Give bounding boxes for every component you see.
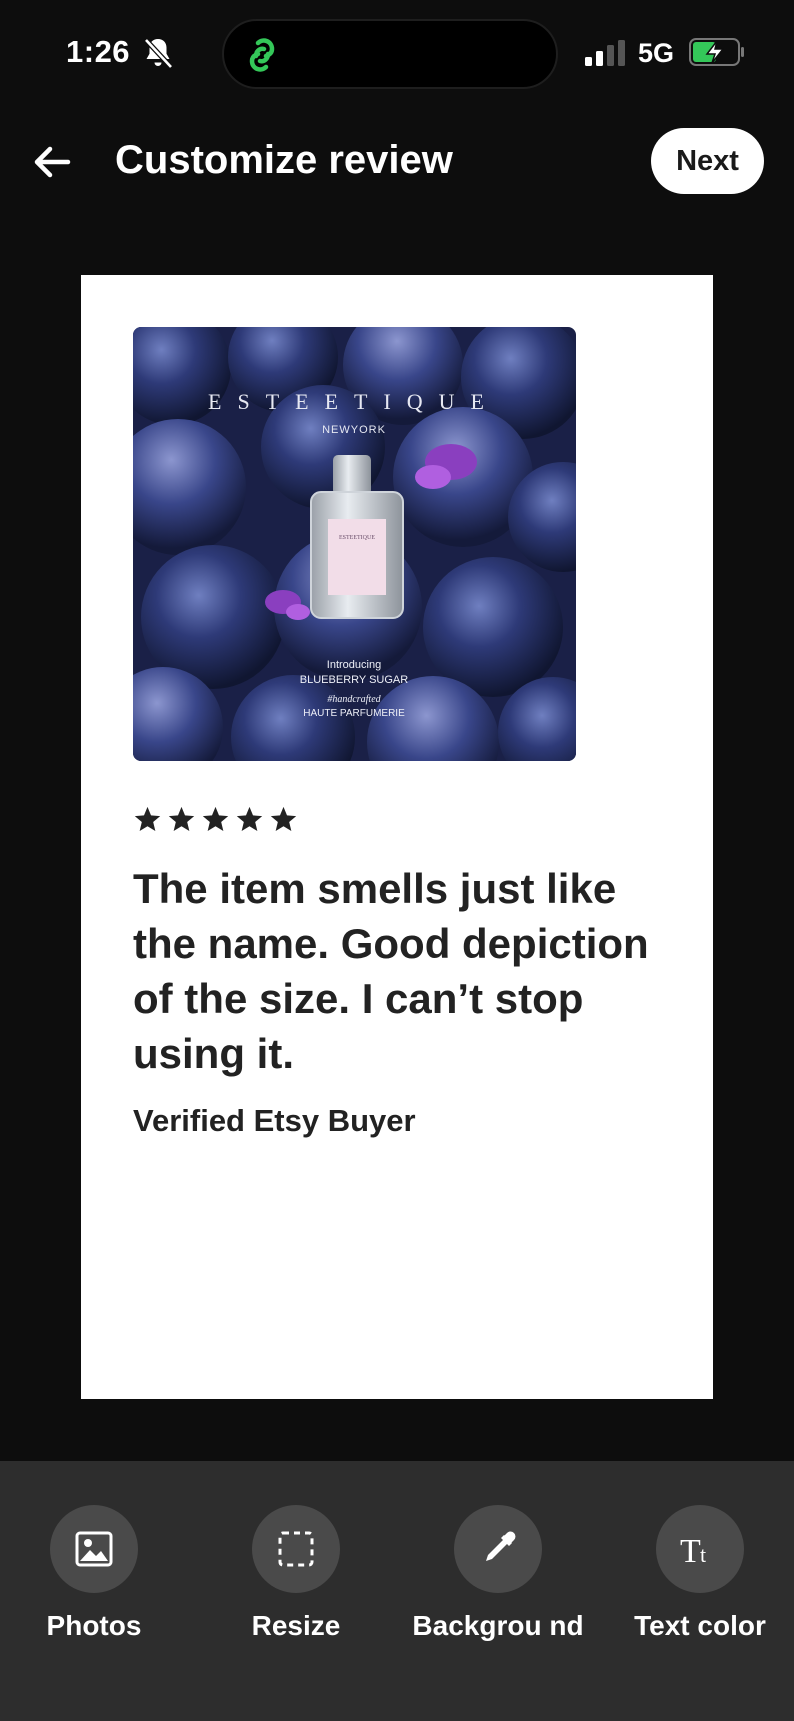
photo-brand: ESTEETIQUE xyxy=(208,389,500,414)
text-size-icon: T t xyxy=(680,1533,706,1569)
arrow-left-icon xyxy=(34,146,71,178)
bottle-label: ESTEETIQUE xyxy=(339,535,375,541)
photo-caption-1: Introducing xyxy=(327,659,381,671)
photos-label: Photos xyxy=(46,1610,142,1641)
background-label: Backgrou nd xyxy=(412,1610,584,1641)
star-icon xyxy=(270,806,297,831)
photo-caption-2: BLUEBERRY SUGAR xyxy=(300,674,408,686)
photo-caption-4: HAUTE PARFUMERIE xyxy=(303,708,405,719)
text-color-button[interactable]: T t Text color xyxy=(610,1505,790,1705)
star-icon xyxy=(168,806,195,831)
review-text: The item smells just like the name. Good… xyxy=(133,865,649,1077)
text-color-label: Text color xyxy=(634,1610,766,1641)
eyedropper-icon xyxy=(486,1531,516,1561)
svg-text:T: T xyxy=(680,1533,701,1569)
bell-slash-icon xyxy=(144,38,173,69)
review-photo: ESTEETIQUE ESTEETIQUE NEWYORK Introducin… xyxy=(133,327,576,761)
image-icon xyxy=(75,1531,113,1567)
network-label: 5G xyxy=(638,38,675,68)
star-icon xyxy=(202,806,229,831)
photos-button[interactable]: Photos xyxy=(4,1505,184,1705)
next-button[interactable]: Next xyxy=(651,128,764,194)
photo-location: NEWYORK xyxy=(322,424,386,436)
review-card: ESTEETIQUE ESTEETIQUE NEWYORK Introducin… xyxy=(81,275,713,1399)
status-bar: 1:26 5G xyxy=(0,0,794,110)
svg-text:t: t xyxy=(700,1542,706,1567)
bottom-toolbar: Photos Resize Backgrou nd T t Text color xyxy=(0,1461,794,1721)
resize-icon xyxy=(278,1531,314,1567)
signal-icon xyxy=(585,40,625,66)
photo-caption-3: #handcrafted xyxy=(327,694,381,705)
star-rating xyxy=(133,805,298,834)
resize-label: Resize xyxy=(251,1610,341,1641)
star-icon xyxy=(236,806,263,831)
status-time: 1:26 xyxy=(66,34,131,69)
dynamic-island[interactable] xyxy=(222,19,558,89)
header: Customize review Next xyxy=(0,110,794,214)
back-button[interactable] xyxy=(24,134,80,190)
page-title: Customize review xyxy=(115,138,453,182)
battery-charging-icon xyxy=(689,38,744,66)
background-button[interactable]: Backgrou nd xyxy=(408,1505,588,1705)
star-icon xyxy=(134,806,161,831)
app-activity-icon xyxy=(249,38,275,72)
resize-button[interactable]: Resize xyxy=(206,1505,386,1705)
reviewer-label: Verified Etsy Buyer xyxy=(133,1103,416,1138)
